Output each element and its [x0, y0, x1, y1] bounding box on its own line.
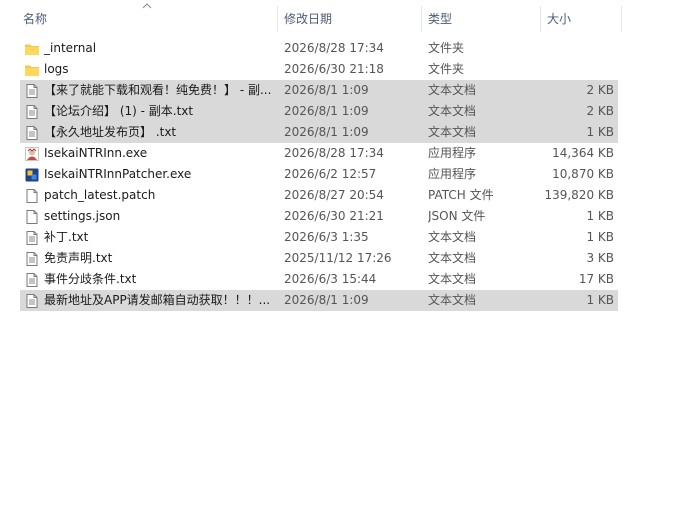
file-modified-date: 2026/8/1 1:09 — [284, 104, 369, 118]
file-row[interactable]: logs 2026/6/30 21:18 文件夹 — [20, 59, 618, 80]
file-name: 最新地址及APP请发邮箱自动获取！！！... — [44, 293, 271, 307]
file-type: 文件夹 — [428, 41, 465, 55]
file-modified-date: 2026/6/3 1:35 — [284, 230, 369, 244]
file-modified-date: 2026/8/28 17:34 — [284, 146, 384, 160]
text-document-icon — [26, 84, 38, 98]
folder-icon — [25, 65, 39, 76]
file-size: 1 KB — [586, 293, 614, 307]
blank-file-icon — [26, 189, 38, 203]
column-header-name[interactable]: 名称 — [17, 0, 277, 36]
file-type: 文本文档 — [428, 125, 477, 139]
text-document-icon — [26, 126, 38, 140]
file-size: 1 KB — [586, 230, 614, 244]
file-modified-date: 2026/8/1 1:09 — [284, 125, 369, 139]
file-size: 1 KB — [586, 209, 614, 223]
file-size: 17 KB — [578, 272, 614, 286]
file-row[interactable]: patch_latest.patch 2026/8/27 20:54 PATCH 文… — [20, 185, 618, 206]
file-size: 2 KB — [586, 83, 614, 97]
file-size: 1 KB — [586, 125, 614, 139]
file-type: JSON 文件 — [428, 209, 486, 223]
file-modified-date: 2026/6/30 21:21 — [284, 209, 384, 223]
file-type: 文本文档 — [428, 272, 477, 286]
file-size: 139,820 KB — [544, 188, 614, 202]
file-modified-date: 2026/8/1 1:09 — [284, 293, 369, 307]
file-size — [540, 38, 614, 59]
file-row[interactable]: 补丁.txt 2026/6/3 1:35 文本文档 1 KB — [20, 227, 618, 248]
column-divider[interactable] — [621, 6, 622, 32]
file-name: 事件分歧条件.txt — [44, 272, 137, 286]
file-size: 14,364 KB — [552, 146, 614, 160]
column-header-bar: 名称 修改日期 类型 大小 — [0, 0, 697, 36]
file-size — [540, 59, 614, 80]
text-document-icon — [26, 273, 38, 287]
file-row[interactable]: 最新地址及APP请发邮箱自动获取！！！... 2026/8/1 1:09 文本文档 1… — [20, 290, 618, 311]
file-modified-date: 2026/8/28 17:34 — [284, 41, 384, 55]
file-type: 文本文档 — [428, 251, 477, 265]
folder-icon — [25, 44, 39, 55]
column-header-type[interactable]: 类型 — [422, 0, 540, 36]
file-name: 【永久地址发布页】 .txt — [44, 125, 177, 139]
app-exe-icon — [25, 147, 39, 161]
file-type: 文本文档 — [428, 104, 477, 118]
file-modified-date: 2026/8/1 1:09 — [284, 83, 369, 97]
file-type: 文件夹 — [428, 62, 465, 76]
file-row[interactable]: 【永久地址发布页】 .txt 2026/8/1 1:09 文本文档 1 KB — [20, 122, 618, 143]
text-document-icon — [26, 294, 38, 308]
file-row[interactable]: 【来了就能下载和观看！纯免费！】 - 副... 2026/8/1 1:09 文本文档… — [20, 80, 618, 101]
file-modified-date: 2026/6/30 21:18 — [284, 62, 384, 76]
file-explorer-list: 名称 修改日期 类型 大小 _internal 2026/8/28 17:34 文件… — [0, 0, 697, 517]
file-name: patch_latest.patch — [44, 188, 156, 202]
file-name: IsekaiNTRInn.exe — [44, 146, 148, 160]
file-type: 文本文档 — [428, 230, 477, 244]
file-name: IsekaiNTRInnPatcher.exe — [44, 167, 192, 181]
patcher-exe-icon — [25, 168, 39, 182]
file-modified-date: 2026/6/2 12:57 — [284, 167, 377, 181]
text-document-icon — [26, 105, 38, 119]
file-name: 【论坛介绍】 (1) - 副本.txt — [44, 104, 194, 118]
file-name: 免责声明.txt — [44, 251, 113, 265]
file-row[interactable]: 免责声明.txt 2025/11/12 17:26 文本文档 3 KB — [20, 248, 618, 269]
file-type: 应用程序 — [428, 167, 477, 181]
file-name: 【来了就能下载和观看！纯免费！】 - 副... — [44, 83, 272, 97]
column-header-date[interactable]: 修改日期 — [278, 0, 421, 36]
file-name: 补丁.txt — [44, 230, 89, 244]
file-size: 3 KB — [586, 251, 614, 265]
column-header-size[interactable]: 大小 — [541, 0, 621, 36]
file-modified-date: 2026/6/3 15:44 — [284, 272, 377, 286]
file-size: 2 KB — [586, 104, 614, 118]
file-size: 10,870 KB — [552, 167, 614, 181]
file-type: PATCH 文件 — [428, 188, 494, 202]
file-name: logs — [44, 62, 69, 76]
text-document-icon — [26, 231, 38, 245]
text-document-icon — [26, 252, 38, 266]
file-type: 文本文档 — [428, 83, 477, 97]
file-row[interactable]: IsekaiNTRInn.exe 2026/8/28 17:34 应用程序 14,36… — [20, 143, 618, 164]
file-name: settings.json — [44, 209, 121, 223]
file-row[interactable]: 【论坛介绍】 (1) - 副本.txt 2026/8/1 1:09 文本文档 2 KB — [20, 101, 618, 122]
file-type: 应用程序 — [428, 146, 477, 160]
file-name: _internal — [44, 41, 97, 55]
file-modified-date: 2026/8/27 20:54 — [284, 188, 384, 202]
file-row[interactable]: _internal 2026/8/28 17:34 文件夹 — [20, 38, 618, 59]
file-row[interactable]: 事件分歧条件.txt 2026/6/3 15:44 文本文档 17 KB — [20, 269, 618, 290]
file-type: 文本文档 — [428, 293, 477, 307]
blank-file-icon — [26, 210, 38, 224]
file-row[interactable]: settings.json 2026/6/30 21:21 JSON 文件 1 KB — [20, 206, 618, 227]
file-modified-date: 2025/11/12 17:26 — [284, 251, 392, 265]
file-row[interactable]: IsekaiNTRInnPatcher.exe 2026/6/2 12:57 应用程… — [20, 164, 618, 185]
